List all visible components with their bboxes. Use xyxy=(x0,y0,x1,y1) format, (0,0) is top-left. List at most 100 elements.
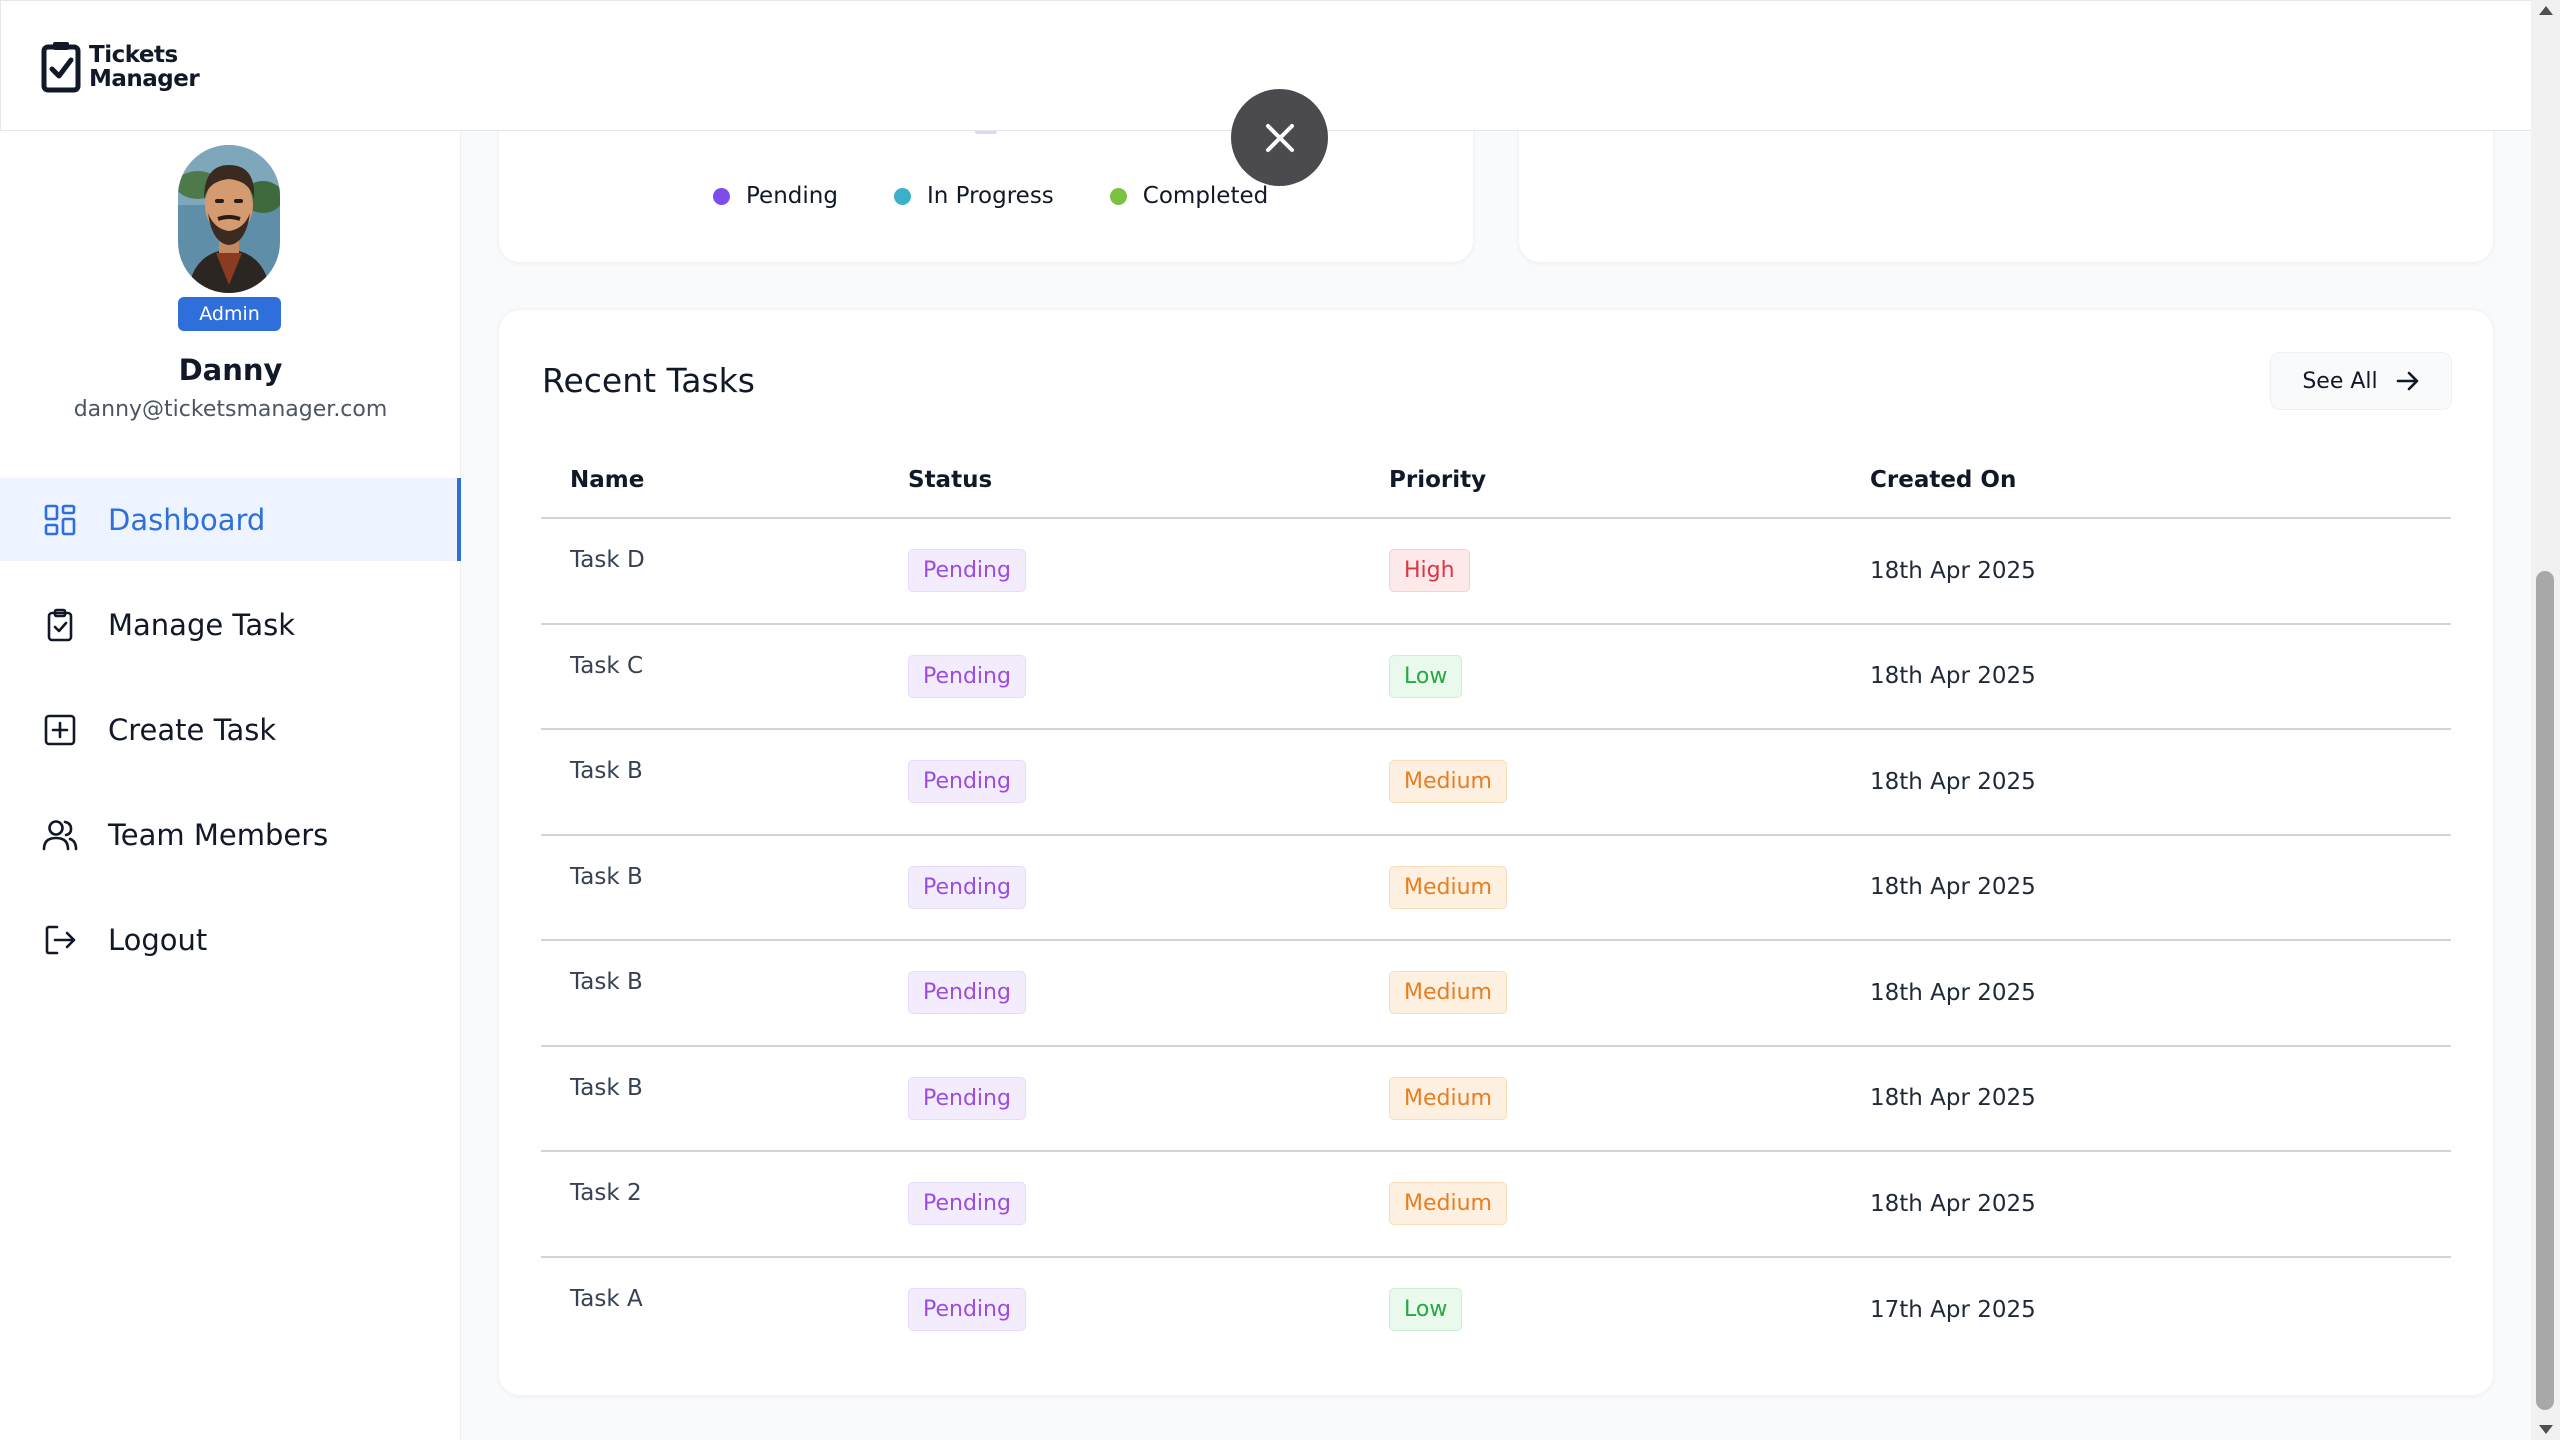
table-row[interactable]: Task 2 Pending Medium 18th Apr 2025 xyxy=(541,1151,2451,1258)
created-date: 18th Apr 2025 xyxy=(1870,518,2451,625)
user-email: danny@ticketsmanager.com xyxy=(73,397,388,422)
clipboard-check-icon xyxy=(42,607,78,643)
logo-line-2: Manager xyxy=(89,66,200,92)
see-all-label: See All xyxy=(2302,368,2378,394)
priority-badge: Medium xyxy=(1389,865,1507,909)
priority-badge: Low xyxy=(1389,1288,1463,1332)
created-date: 18th Apr 2025 xyxy=(1870,623,2451,730)
column-header-created-on[interactable]: Created On xyxy=(1870,443,2451,519)
priority-badge: Low xyxy=(1389,654,1463,698)
sidebar: Admin Danny danny@ticketsmanager.com Das… xyxy=(0,131,461,1440)
status-cell: Pending xyxy=(908,623,1389,730)
table-row[interactable]: Task C Pending Low 18th Apr 2025 xyxy=(541,623,2451,730)
task-name: Task B xyxy=(541,729,908,836)
status-badge: Pending xyxy=(908,549,1026,593)
column-header-status[interactable]: Status xyxy=(908,443,1389,519)
created-date: 18th Apr 2025 xyxy=(1870,729,2451,836)
table-row[interactable]: Task D Pending High 18th Apr 2025 xyxy=(541,518,2451,625)
table-row[interactable]: Task B Pending Medium 18th Apr 2025 xyxy=(541,729,2451,836)
status-cell: Pending xyxy=(908,518,1389,625)
created-date: 18th Apr 2025 xyxy=(1870,940,2451,1047)
status-badge: Pending xyxy=(908,1288,1026,1332)
status-badge: Pending xyxy=(908,971,1026,1015)
role-badge: Admin xyxy=(178,297,281,331)
priority-badge: Medium xyxy=(1389,971,1507,1015)
status-badge: Pending xyxy=(908,1182,1026,1226)
sidebar-item-label: Manage Task xyxy=(108,607,295,642)
created-date: 18th Apr 2025 xyxy=(1870,1045,2451,1152)
legend-item-pending: Pending xyxy=(713,183,838,209)
logo-text: Tickets Manager xyxy=(89,42,200,92)
legend-dot-completed xyxy=(1109,187,1127,205)
sidebar-item-manage-task[interactable]: Manage Task xyxy=(0,583,461,666)
table-row[interactable]: Task B Pending Medium 18th Apr 2025 xyxy=(541,1045,2451,1152)
status-badge: Pending xyxy=(908,654,1026,698)
priority-cell: Medium xyxy=(1389,940,1870,1047)
sidebar-item-logout[interactable]: Logout xyxy=(0,898,461,981)
close-button[interactable] xyxy=(1231,89,1328,186)
priority-badge: Medium xyxy=(1389,1182,1507,1226)
status-cell: Pending xyxy=(908,729,1389,836)
table-row[interactable]: Task B Pending Medium 18th Apr 2025 xyxy=(541,834,2451,941)
users-icon xyxy=(42,817,78,853)
dashboard-grid-icon xyxy=(42,502,78,538)
legend-item-in-progress: In Progress xyxy=(893,183,1054,209)
table-row[interactable]: Task A Pending Low 17th Apr 2025 xyxy=(541,1257,2451,1363)
logo-checkbox-icon xyxy=(41,42,81,93)
column-header-name[interactable]: Name xyxy=(541,443,908,519)
created-date: 18th Apr 2025 xyxy=(1870,834,2451,941)
column-header-priority[interactable]: Priority xyxy=(1389,443,1870,519)
scroll-down-arrow-icon[interactable] xyxy=(2539,1425,2553,1434)
task-name: Task C xyxy=(541,623,908,730)
priority-badge: High xyxy=(1389,549,1470,593)
sidebar-item-label: Team Members xyxy=(108,817,329,852)
chart-legend: Pending In Progress Completed xyxy=(713,183,1268,209)
status-badge: Pending xyxy=(908,1076,1026,1120)
task-name: Task B xyxy=(541,834,908,941)
sidebar-nav: Dashboard Manage Task Create Task Team M… xyxy=(0,478,461,1003)
priority-badge: Medium xyxy=(1389,1076,1507,1120)
sidebar-item-label: Create Task xyxy=(108,712,277,747)
logout-icon xyxy=(42,922,78,958)
status-cell: Pending xyxy=(908,1151,1389,1258)
sidebar-item-label: Logout xyxy=(108,922,208,957)
priority-badge: Medium xyxy=(1389,760,1507,804)
priority-cell: Medium xyxy=(1389,1151,1870,1258)
sidebar-item-dashboard[interactable]: Dashboard xyxy=(0,478,461,561)
created-date: 17th Apr 2025 xyxy=(1870,1296,2036,1323)
task-name: Task B xyxy=(541,940,908,1047)
status-badge: Pending xyxy=(908,865,1026,909)
arrow-right-icon xyxy=(2396,371,2418,391)
status-badge: Pending xyxy=(908,760,1026,804)
see-all-button[interactable]: See All xyxy=(2270,352,2452,410)
logo-line-1: Tickets xyxy=(89,42,178,68)
legend-dot-pending xyxy=(713,187,730,205)
app-logo[interactable]: Tickets Manager xyxy=(41,41,200,93)
table-row[interactable]: Task B Pending Medium 18th Apr 2025 xyxy=(541,940,2451,1047)
legend-label: Completed xyxy=(1142,183,1269,209)
status-cell: Pending xyxy=(908,834,1389,941)
task-name: Task B xyxy=(541,1045,908,1152)
recent-tasks-title: Recent Tasks xyxy=(542,361,755,400)
close-icon xyxy=(1265,123,1294,152)
page-scrollbar[interactable] xyxy=(2531,0,2560,1440)
avatar-image xyxy=(178,145,280,293)
priority-cell: Medium xyxy=(1389,834,1870,941)
priority-cell: High xyxy=(1389,518,1870,625)
priority-cell: Medium xyxy=(1389,729,1870,836)
page: Tickets Manager Admin Danny danny@ticket… xyxy=(0,0,2560,1440)
priority-cell: Low xyxy=(1389,1257,1870,1363)
task-name: Task D xyxy=(541,518,908,625)
table-header-row: Name Status Priority Created On xyxy=(541,443,2451,519)
scroll-up-arrow-icon[interactable] xyxy=(2539,6,2553,15)
priority-cell: Medium xyxy=(1389,1045,1870,1152)
legend-dot-in-progress xyxy=(893,187,911,205)
sidebar-item-create-task[interactable]: Create Task xyxy=(0,688,461,771)
status-cell: Pending xyxy=(908,1257,1389,1363)
sidebar-item-team-members[interactable]: Team Members xyxy=(0,793,461,876)
scroll-thumb[interactable] xyxy=(2536,571,2554,1410)
legend-label: In Progress xyxy=(926,183,1054,209)
status-cell: Pending xyxy=(908,1045,1389,1152)
created-date: 18th Apr 2025 xyxy=(1870,1151,2451,1258)
task-name: Task A xyxy=(570,1285,643,1312)
